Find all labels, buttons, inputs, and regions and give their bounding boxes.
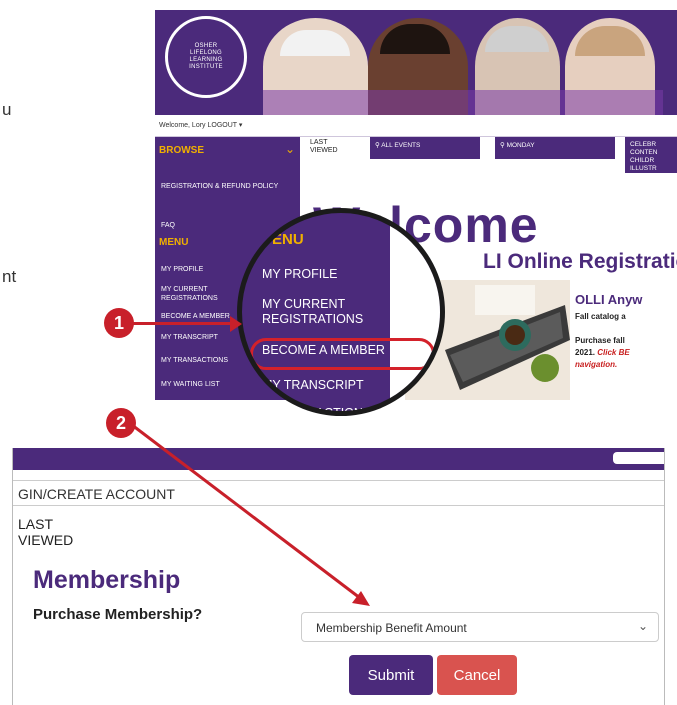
magnifier-zoom: ENU MY PROFILE MY CURRENT REGISTRATIONS … bbox=[237, 208, 445, 416]
last-viewed-label[interactable]: LAST VIEWED bbox=[18, 516, 73, 548]
menu-heading-zoomed: ENU bbox=[272, 231, 304, 248]
zoomed-item-my-profile[interactable]: MY PROFILE bbox=[262, 267, 337, 282]
membership-page-screenshot: GIN/CREATE ACCOUNT LAST VIEWED Membershi… bbox=[12, 448, 665, 705]
sidebar-item-become-a-member[interactable]: BECOME A MEMBER bbox=[161, 312, 231, 321]
pin-icon: ⚲ bbox=[500, 142, 507, 149]
cropped-text-fragment: u bbox=[2, 100, 12, 119]
sidebar-item-my-transactions[interactable]: MY TRANSACTIONS bbox=[161, 356, 241, 365]
olli-logo[interactable]: OSHER LIFELONG LEARNING INSTITUTE bbox=[165, 16, 247, 98]
sidebar-link-faq[interactable]: FAQ bbox=[161, 221, 286, 230]
purchase-fall-text: Purchase fall 2021. Click BE navigation. bbox=[575, 336, 630, 369]
zoomed-item-my-transactions[interactable]: Y TRANSACTIONS bbox=[262, 406, 371, 411]
sidebar-item-my-current-registrations[interactable]: MY CURRENT REGISTRATIONS bbox=[161, 285, 221, 303]
sidebar-item-my-transcript[interactable]: MY TRANSCRIPT bbox=[161, 333, 231, 342]
tab-last-viewed[interactable]: LAST VIEWED bbox=[310, 139, 340, 155]
menu-heading: MENU bbox=[159, 237, 189, 248]
zoomed-item-my-current[interactable]: MY CURRENT bbox=[262, 297, 345, 312]
login-create-account-link[interactable]: GIN/CREATE ACCOUNT bbox=[13, 480, 664, 506]
membership-heading: Membership bbox=[33, 566, 181, 594]
nav-search-pill[interactable] bbox=[613, 452, 664, 464]
fall-catalog-text: Fall catalog a bbox=[575, 312, 626, 321]
top-nav-bar bbox=[13, 448, 664, 470]
submit-button[interactable]: Submit bbox=[349, 655, 433, 695]
welcome-bar[interactable]: Welcome, Lory LOGOUT ▾ bbox=[155, 115, 677, 137]
tab-celebrating[interactable]: CELEBR CONTEN CHILDR ILLUSTR bbox=[625, 137, 677, 173]
arrow-head-icon bbox=[230, 316, 242, 332]
cancel-button[interactable]: Cancel bbox=[437, 655, 517, 695]
zoomed-item-my-transcript[interactable]: MY TRANSCRIPT bbox=[262, 378, 364, 393]
highlight-ring bbox=[250, 338, 435, 370]
tab-bar: LAST VIEWED ⚲ ALL EVENTS ⚲ MONDAY CELEBR… bbox=[300, 137, 677, 173]
purchase-membership-label: Purchase Membership? bbox=[33, 606, 203, 623]
header-banner: OSHER LIFELONG LEARNING INSTITUTE bbox=[155, 10, 677, 115]
membership-benefit-select[interactable]: Membership Benefit Amount ⌄ bbox=[301, 612, 659, 642]
olli-anywhere-heading: OLLI Anyw bbox=[575, 292, 643, 307]
tab-all-events[interactable]: ⚲ ALL EVENTS bbox=[370, 137, 480, 159]
callout-badge-2: 2 bbox=[106, 408, 136, 438]
callout-badge-1: 1 bbox=[104, 308, 134, 338]
zoomed-item-registrations[interactable]: REGISTRATIONS bbox=[262, 312, 363, 327]
browse-heading[interactable]: BROWSE bbox=[159, 145, 204, 156]
chevron-down-icon[interactable]: ⌄ bbox=[285, 142, 295, 156]
chevron-down-icon: ⌄ bbox=[637, 619, 648, 633]
tab-monday[interactable]: ⚲ MONDAY bbox=[495, 137, 615, 159]
sidebar-link-refund-policy[interactable]: REGISTRATION & REFUND POLICY bbox=[161, 182, 286, 191]
callout-arrow-1 bbox=[120, 322, 234, 325]
online-registration-heading: LI Online Registration bbox=[483, 250, 677, 273]
cropped-text-fragment: nt bbox=[2, 267, 17, 286]
